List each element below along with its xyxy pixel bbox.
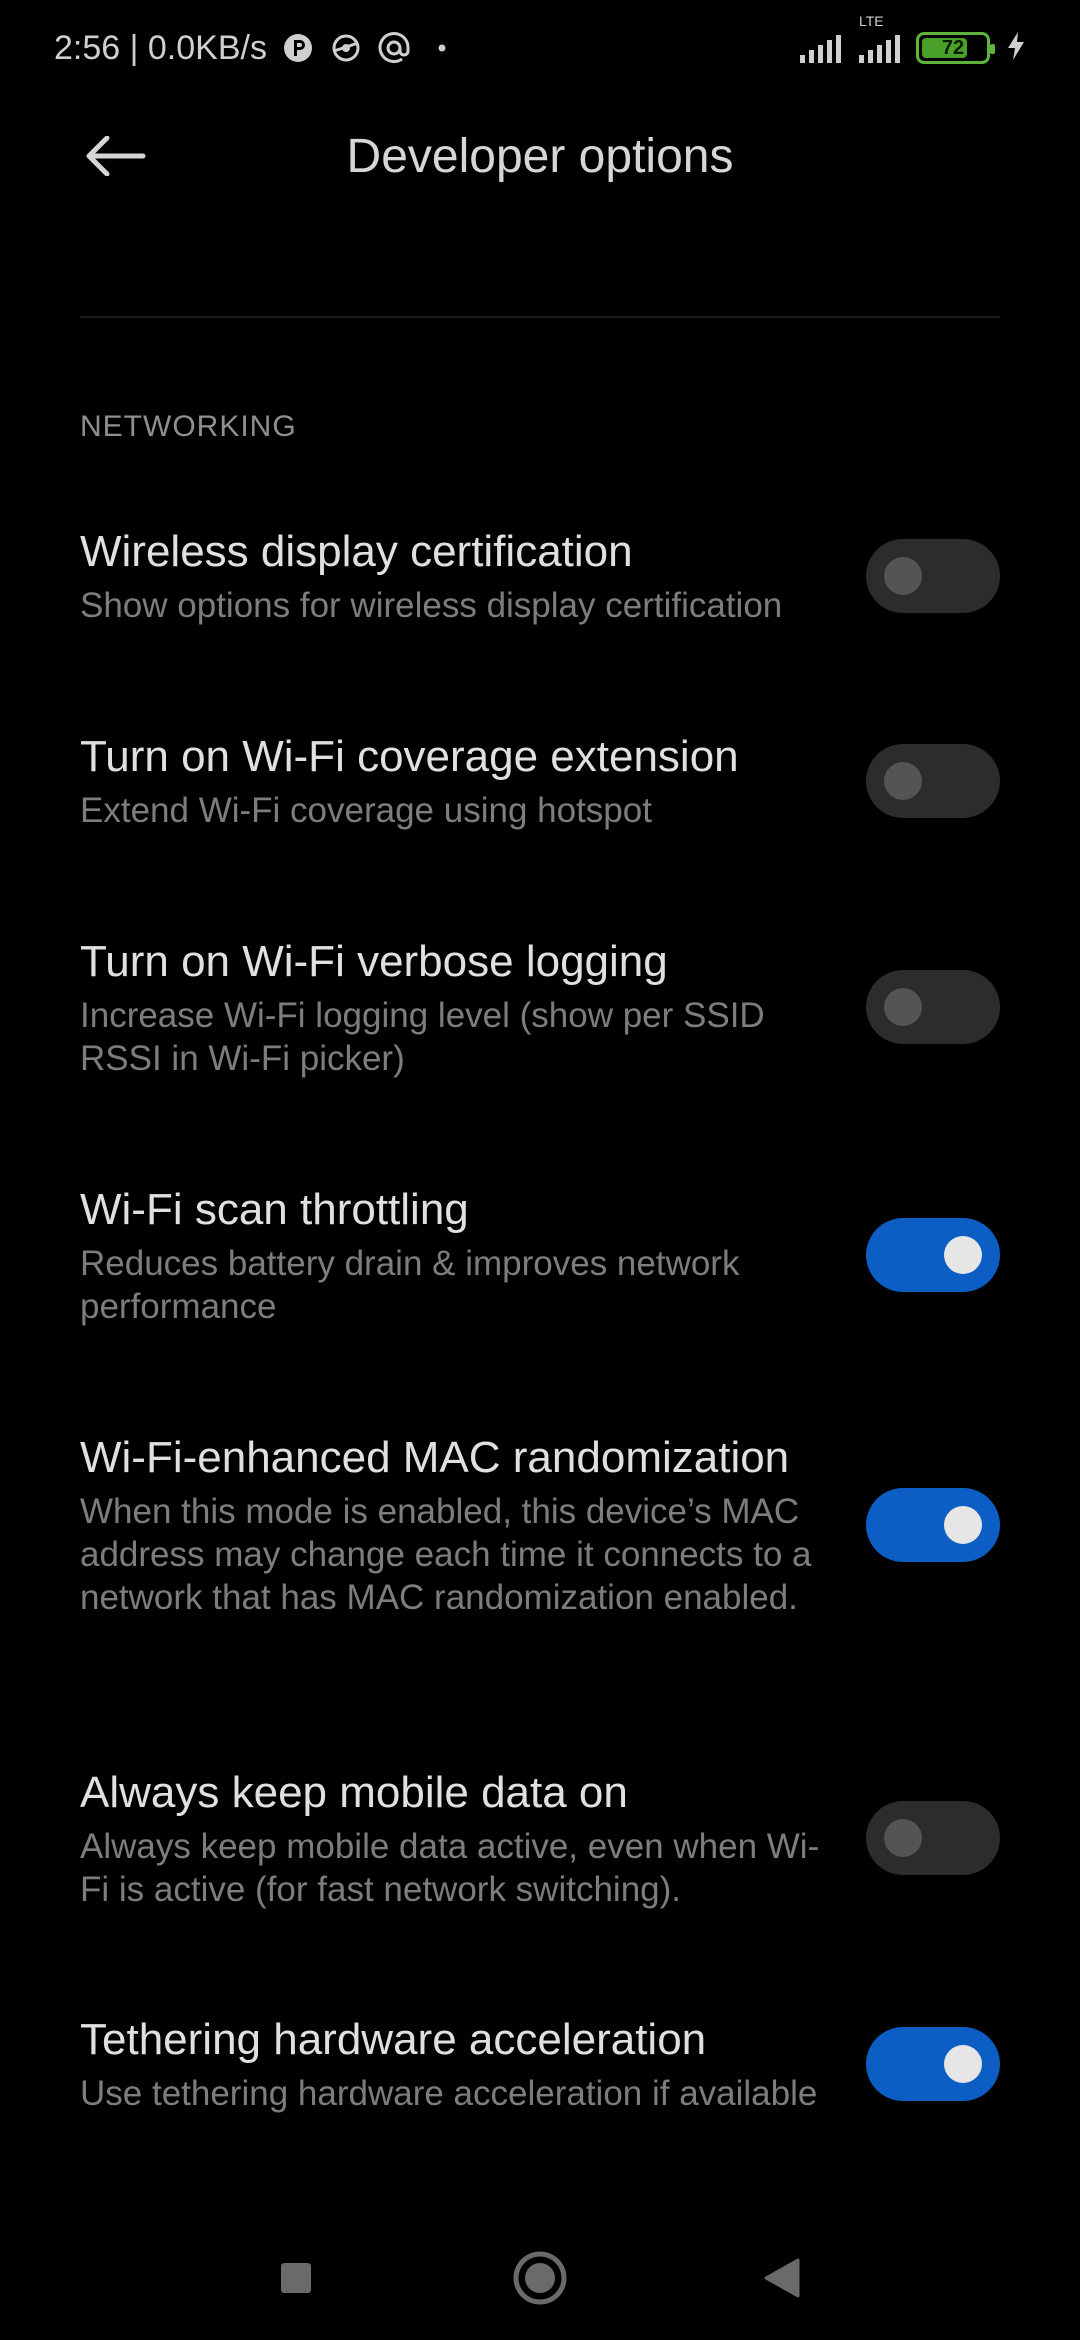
- setting-subtitle: Show options for wireless display certif…: [80, 586, 783, 625]
- notification-p-icon: [281, 31, 315, 65]
- toggle-knob: [884, 556, 922, 595]
- status-bar: 2:56 | 0.0KB/s LTE 72: [0, 0, 1080, 96]
- setting-subtitle: Always keep mobile data active, even whe…: [80, 1827, 820, 1909]
- dot-icon: [425, 31, 459, 65]
- setting-subtitle: Reduces battery drain & improves network…: [80, 1244, 740, 1326]
- recents-button[interactable]: [266, 2248, 326, 2308]
- app-icon: [329, 31, 363, 65]
- setting-wifi-mac-randomization[interactable]: Wi-Fi-enhanced MAC randomization When th…: [80, 1430, 1000, 1619]
- at-icon: [377, 31, 411, 65]
- toggle-switch[interactable]: [866, 743, 1000, 818]
- lte-label: LTE: [859, 13, 884, 29]
- toggle-knob: [944, 1236, 982, 1274]
- setting-subtitle: Increase Wi-Fi logging level (show per S…: [80, 996, 765, 1078]
- setting-title: Wi-Fi scan throttling: [80, 1185, 469, 1234]
- status-left: 2:56 | 0.0KB/s: [54, 29, 459, 68]
- toggle-switch[interactable]: [866, 1487, 1000, 1562]
- back-triangle-icon: [764, 2258, 800, 2298]
- toggle-switch[interactable]: [866, 1801, 1000, 1875]
- page-title: Developer options: [346, 129, 734, 183]
- back-button[interactable]: [70, 126, 160, 186]
- setting-text: Wi-Fi scan throttling Reduces battery dr…: [80, 1182, 840, 1328]
- arrow-left-icon: [86, 136, 146, 176]
- setting-text: Tethering hardware acceleration Use teth…: [80, 2012, 840, 2115]
- setting-title: Turn on Wi-Fi coverage extension: [80, 732, 739, 781]
- setting-text: Wi-Fi-enhanced MAC randomization When th…: [80, 1430, 840, 1619]
- toggle-knob: [884, 1819, 922, 1857]
- section-label: NETWORKING: [80, 410, 297, 443]
- home-button[interactable]: [510, 2248, 570, 2308]
- setting-text: Turn on Wi-Fi verbose logging Increase W…: [80, 934, 840, 1080]
- setting-title: Turn on Wi-Fi verbose logging: [80, 937, 668, 986]
- battery-level: 72: [941, 36, 965, 59]
- divider: [80, 316, 1000, 318]
- setting-wifi-verbose-logging[interactable]: Turn on Wi-Fi verbose logging Increase W…: [80, 934, 1000, 1080]
- battery-icon: 72: [916, 32, 995, 64]
- recents-square-icon: [281, 2263, 311, 2293]
- toggle-switch[interactable]: [866, 1218, 1000, 1292]
- toggle-knob: [884, 988, 922, 1026]
- setting-text: Wireless display certification Show opti…: [80, 524, 840, 627]
- setting-wifi-scan-throttling[interactable]: Wi-Fi scan throttling Reduces battery dr…: [80, 1182, 1000, 1328]
- toggle-knob: [944, 1505, 982, 1544]
- setting-subtitle: Use tethering hardware acceleration if a…: [80, 2074, 818, 2113]
- toggle-knob: [944, 2044, 982, 2083]
- lte-signal-icon: LTE: [857, 13, 900, 63]
- toggle-switch[interactable]: [866, 538, 1000, 613]
- setting-title: Wireless display certification: [80, 527, 633, 576]
- setting-title: Wi-Fi-enhanced MAC randomization: [80, 1433, 790, 1482]
- setting-wireless-display-certification[interactable]: Wireless display certification Show opti…: [80, 524, 1000, 627]
- signal-icon: [800, 33, 841, 63]
- setting-text: Turn on Wi-Fi coverage extension Extend …: [80, 729, 840, 832]
- status-time-speed: 2:56 | 0.0KB/s: [54, 28, 267, 67]
- setting-subtitle: When this mode is enabled, this device’s…: [80, 1492, 812, 1617]
- home-circle-icon: [513, 2251, 567, 2305]
- setting-title: Always keep mobile data on: [80, 1768, 628, 1817]
- setting-tethering-hardware-acceleration[interactable]: Tethering hardware acceleration Use teth…: [80, 2012, 1000, 2115]
- app-header: Developer options: [0, 96, 1080, 216]
- toggle-knob: [884, 761, 922, 800]
- setting-mobile-data-always-on[interactable]: Always keep mobile data on Always keep m…: [80, 1765, 1000, 1911]
- setting-text: Always keep mobile data on Always keep m…: [80, 1765, 840, 1911]
- toggle-switch[interactable]: [866, 2026, 1000, 2101]
- status-right: LTE 72: [800, 13, 1026, 67]
- toggle-switch[interactable]: [866, 970, 1000, 1044]
- screen: 2:56 | 0.0KB/s LTE 72 Developer options …: [0, 0, 1080, 2340]
- setting-wifi-coverage-extension[interactable]: Turn on Wi-Fi coverage extension Extend …: [80, 729, 1000, 832]
- charging-icon: [1006, 30, 1026, 67]
- navigation-bar: [0, 2210, 1080, 2340]
- setting-title: Tethering hardware acceleration: [80, 2015, 707, 2064]
- setting-subtitle: Extend Wi-Fi coverage using hotspot: [80, 791, 652, 830]
- back-nav-button[interactable]: [752, 2248, 812, 2308]
